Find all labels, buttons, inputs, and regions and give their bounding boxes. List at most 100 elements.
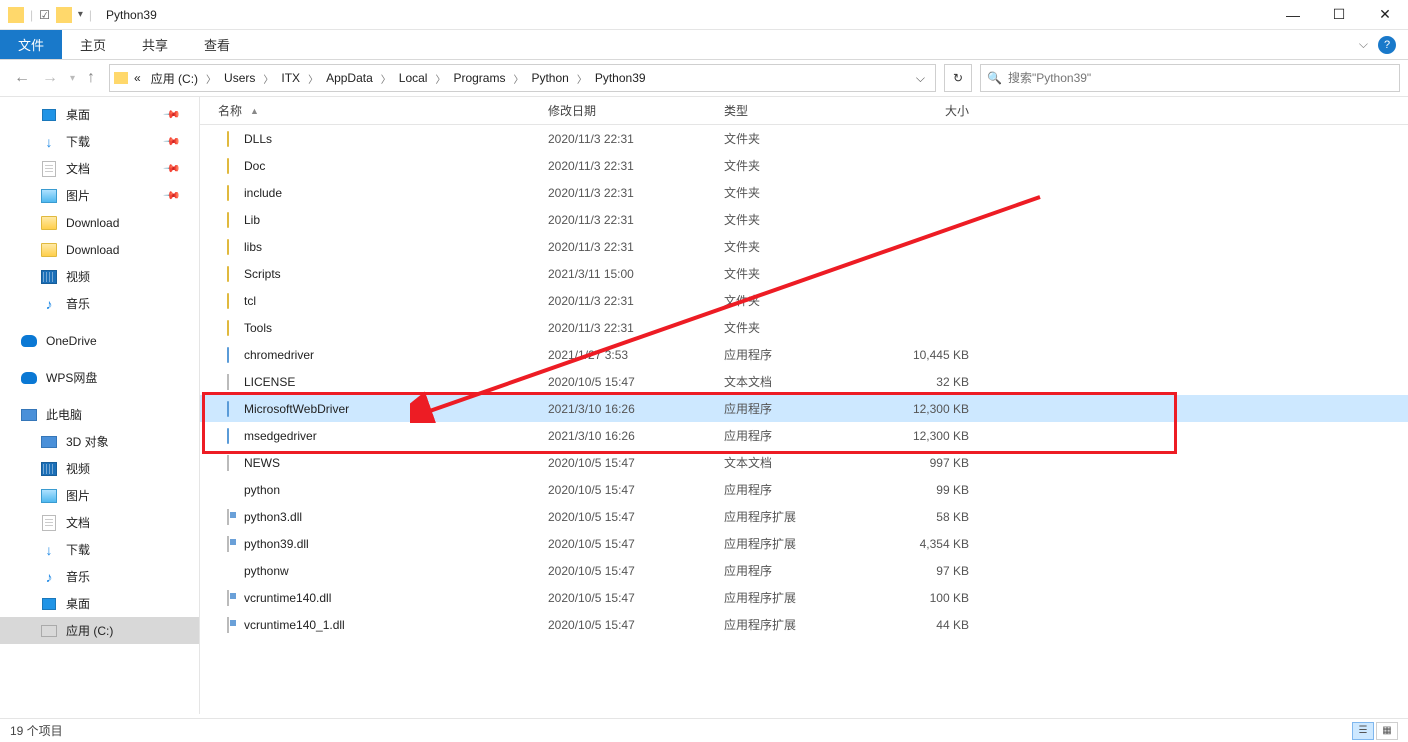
- tree-item[interactable]: 图片: [0, 482, 199, 509]
- back-button[interactable]: ←: [14, 69, 30, 87]
- column-size[interactable]: 大小: [879, 102, 989, 119]
- file-name: Doc: [244, 159, 548, 173]
- ribbon-tab-home[interactable]: 主页: [62, 30, 124, 59]
- breadcrumb[interactable]: Programs: [449, 71, 509, 85]
- file-name: tcl: [244, 294, 548, 308]
- breadcrumb[interactable]: Python39: [591, 71, 650, 85]
- address-bar[interactable]: « 应用 (C:)〉 Users〉 ITX〉 AppData〉 Local〉 P…: [109, 64, 936, 92]
- details-view-button[interactable]: ☰: [1352, 722, 1374, 740]
- file-size: 32 KB: [879, 375, 989, 389]
- ribbon-tab-view[interactable]: 查看: [186, 30, 248, 59]
- application-icon: [227, 402, 229, 416]
- qat-checkbox-icon[interactable]: ☑: [39, 8, 50, 22]
- tree-item[interactable]: 文档📌: [0, 155, 199, 182]
- maximize-button[interactable]: ☐: [1316, 0, 1362, 30]
- file-row[interactable]: Scripts2021/3/11 15:00文件夹: [200, 260, 1408, 287]
- chevron-right-icon[interactable]: 〉: [379, 71, 393, 86]
- breadcrumb-overflow[interactable]: «: [130, 71, 145, 85]
- file-type: 应用程序: [724, 481, 879, 498]
- file-row[interactable]: NEWS2020/10/5 15:47文本文档997 KB: [200, 449, 1408, 476]
- tree-item[interactable]: 3D 对象: [0, 428, 199, 455]
- breadcrumb[interactable]: Python: [527, 71, 572, 85]
- breadcrumb[interactable]: Local: [395, 71, 432, 85]
- tree-item[interactable]: 图片📌: [0, 182, 199, 209]
- ribbon-tab-share[interactable]: 共享: [124, 30, 186, 59]
- recent-dropdown-icon[interactable]: ▾: [70, 73, 75, 84]
- file-icon-cell: [218, 211, 238, 229]
- file-icon-cell: [218, 508, 238, 526]
- close-button[interactable]: ✕: [1362, 0, 1408, 30]
- file-icon-cell: [218, 535, 238, 553]
- file-row[interactable]: MicrosoftWebDriver2021/3/10 16:26应用程序12,…: [200, 395, 1408, 422]
- file-row[interactable]: pythonw2020/10/5 15:47应用程序97 KB: [200, 557, 1408, 584]
- minimize-button[interactable]: —: [1270, 0, 1316, 30]
- nav-arrows: ← → ▾ ↑: [8, 69, 101, 87]
- file-row[interactable]: LICENSE2020/10/5 15:47文本文档32 KB: [200, 368, 1408, 395]
- file-name: python: [244, 483, 548, 497]
- breadcrumb[interactable]: 应用 (C:): [147, 70, 202, 87]
- nav-tree[interactable]: 桌面📌↓下载📌文档📌图片📌DownloadDownload视频♪音乐OneDri…: [0, 97, 200, 714]
- tree-item[interactable]: ♪音乐: [0, 563, 199, 590]
- address-dropdown-icon[interactable]: ⌵: [910, 71, 931, 86]
- file-row[interactable]: tcl2020/11/3 22:31文件夹: [200, 287, 1408, 314]
- chevron-right-icon[interactable]: 〉: [511, 71, 525, 86]
- tree-item[interactable]: ↓下载: [0, 536, 199, 563]
- help-icon[interactable]: ?: [1378, 36, 1396, 54]
- qat-dropdown-icon[interactable]: ▾: [78, 9, 83, 20]
- breadcrumb[interactable]: ITX: [277, 71, 304, 85]
- refresh-button[interactable]: ↻: [944, 64, 972, 92]
- tree-item[interactable]: 应用 (C:): [0, 617, 199, 644]
- breadcrumb[interactable]: AppData: [322, 71, 377, 85]
- file-row[interactable]: python3.dll2020/10/5 15:47应用程序扩展58 KB: [200, 503, 1408, 530]
- file-row[interactable]: DLLs2020/11/3 22:31文件夹: [200, 125, 1408, 152]
- tree-item[interactable]: 桌面: [0, 590, 199, 617]
- file-date: 2020/11/3 22:31: [548, 213, 724, 227]
- ribbon-tab-file[interactable]: 文件: [0, 30, 62, 59]
- file-row[interactable]: vcruntime140.dll2020/10/5 15:47应用程序扩展100…: [200, 584, 1408, 611]
- file-row[interactable]: vcruntime140_1.dll2020/10/5 15:47应用程序扩展4…: [200, 611, 1408, 638]
- search-box[interactable]: 🔍: [980, 64, 1400, 92]
- chevron-right-icon[interactable]: 〉: [575, 71, 589, 86]
- main: 桌面📌↓下载📌文档📌图片📌DownloadDownload视频♪音乐OneDri…: [0, 96, 1408, 714]
- pc-icon: [40, 434, 58, 450]
- chevron-right-icon[interactable]: 〉: [204, 71, 218, 86]
- file-row[interactable]: Doc2020/11/3 22:31文件夹: [200, 152, 1408, 179]
- tree-item[interactable]: OneDrive: [0, 327, 199, 354]
- titlebar: | ☑ ▾ | Python39 — ☐ ✕: [0, 0, 1408, 30]
- tree-item[interactable]: ↓下载📌: [0, 128, 199, 155]
- view-toggles: ☰ ▦: [1352, 722, 1398, 740]
- chevron-right-icon[interactable]: 〉: [261, 71, 275, 86]
- file-row[interactable]: Lib2020/11/3 22:31文件夹: [200, 206, 1408, 233]
- chevron-right-icon[interactable]: 〉: [433, 71, 447, 86]
- up-button[interactable]: ↑: [87, 69, 95, 87]
- tree-item[interactable]: 视频: [0, 455, 199, 482]
- tree-item[interactable]: 桌面📌: [0, 101, 199, 128]
- chevron-right-icon[interactable]: 〉: [306, 71, 320, 86]
- tree-item[interactable]: WPS网盘: [0, 364, 199, 391]
- tree-item[interactable]: 文档: [0, 509, 199, 536]
- tree-item[interactable]: Download: [0, 209, 199, 236]
- file-row[interactable]: msedgedriver2021/3/10 16:26应用程序12,300 KB: [200, 422, 1408, 449]
- file-row[interactable]: include2020/11/3 22:31文件夹: [200, 179, 1408, 206]
- ribbon-expand-icon[interactable]: ⌵: [1359, 37, 1368, 52]
- tree-item[interactable]: Download: [0, 236, 199, 263]
- tree-item[interactable]: 此电脑: [0, 401, 199, 428]
- search-input[interactable]: [1008, 71, 1393, 85]
- file-row[interactable]: chromedriver2021/1/27 3:53应用程序10,445 KB: [200, 341, 1408, 368]
- forward-button[interactable]: →: [42, 69, 58, 87]
- folder-icon: [40, 242, 58, 258]
- file-row[interactable]: python2020/10/5 15:47应用程序99 KB: [200, 476, 1408, 503]
- file-row[interactable]: Tools2020/11/3 22:31文件夹: [200, 314, 1408, 341]
- tree-item[interactable]: ♪音乐: [0, 290, 199, 317]
- column-type[interactable]: 类型: [724, 102, 879, 119]
- file-date: 2020/10/5 15:47: [548, 483, 724, 497]
- file-icon-cell: [218, 400, 238, 418]
- file-row[interactable]: libs2020/11/3 22:31文件夹: [200, 233, 1408, 260]
- tree-item[interactable]: 视频: [0, 263, 199, 290]
- column-name[interactable]: 名称▲: [218, 102, 548, 119]
- qat-folder-icon[interactable]: [56, 7, 72, 23]
- icons-view-button[interactable]: ▦: [1376, 722, 1398, 740]
- file-row[interactable]: python39.dll2020/10/5 15:47应用程序扩展4,354 K…: [200, 530, 1408, 557]
- column-date[interactable]: 修改日期: [548, 102, 724, 119]
- breadcrumb[interactable]: Users: [220, 71, 259, 85]
